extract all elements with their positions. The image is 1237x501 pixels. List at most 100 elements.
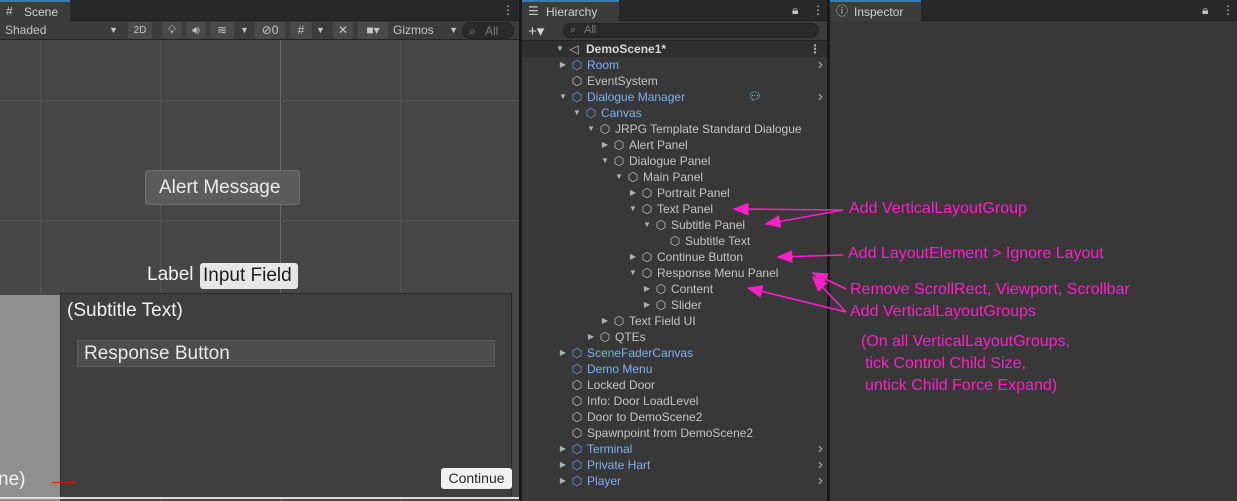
2d-toggle-button[interactable]: 2D (128, 22, 152, 39)
hierarchy-row[interactable]: ▶ ⬡ Private Hart › (522, 457, 827, 473)
hierarchy-row[interactable]: ▶ ⬡ Terminal › (522, 441, 827, 457)
gameobject-cube-icon: ⬡ (571, 74, 583, 88)
scene-options-icon[interactable]: ⋮ (809, 41, 821, 57)
gameobject-cube-icon: ⬡ (627, 170, 639, 184)
prefab-cube-icon: ⬡ (571, 474, 583, 488)
hierarchy-row[interactable]: ▶ ⬡ Alert Panel (522, 137, 827, 153)
search-icon: ⌕ (469, 24, 476, 38)
lock-icon[interactable]: 🔒︎ (792, 3, 798, 18)
hierarchy-row[interactable]: ▼ ⬡ Text Panel (522, 201, 827, 217)
collapse-arrow-icon[interactable]: ▼ (628, 201, 638, 217)
hierarchy-row[interactable]: ▶ ⬡ SceneFaderCanvas (522, 345, 827, 361)
expand-arrow-icon[interactable]: ▶ (628, 249, 638, 265)
expand-arrow-icon[interactable]: ▼ (555, 41, 565, 57)
open-prefab-chevron-icon[interactable]: › (818, 89, 823, 105)
tools-icon[interactable]: ✕ (333, 22, 353, 39)
hierarchy-row[interactable]: ⬡ Subtitle Text (522, 233, 827, 249)
hierarchy-row-label: Alert Panel (629, 138, 688, 152)
hierarchy-row[interactable]: ▼ ⬡ Subtitle Panel (522, 217, 827, 233)
hierarchy-row[interactable]: ▶ ⬡ QTEs (522, 329, 827, 345)
hierarchy-row[interactable]: ⬡ Demo Menu (522, 361, 827, 377)
expand-arrow-icon[interactable]: ▶ (642, 281, 652, 297)
collapse-arrow-icon[interactable]: ▼ (558, 89, 568, 105)
expand-arrow-icon[interactable]: ▶ (628, 185, 638, 201)
collapse-arrow-icon[interactable]: ▼ (586, 121, 596, 137)
input-field-box[interactable]: Input Field (200, 263, 298, 289)
collapse-arrow-icon[interactable]: ▼ (572, 105, 582, 121)
tab-inspector[interactable]: ⓘ Inspector (830, 0, 921, 21)
more-options-icon[interactable]: ⋮ (812, 3, 824, 17)
hierarchy-row[interactable]: ▶ ⬡ Room › (522, 57, 827, 73)
hierarchy-row[interactable]: ▶ ⬡ Continue Button (522, 249, 827, 265)
tab-scene-label: Scene (24, 5, 59, 19)
expand-arrow-icon[interactable]: ▶ (600, 137, 610, 153)
continue-button[interactable]: Continue (441, 468, 512, 489)
grid-snap-icon[interactable]: # (290, 22, 312, 39)
effects-toggle-icon[interactable]: ≋ (210, 22, 234, 39)
hierarchy-row[interactable]: ▶ ⬡ Player › (522, 473, 827, 489)
speech-bubble-icon: 💬︎ (748, 91, 762, 103)
expand-arrow-icon[interactable]: ▶ (586, 329, 596, 345)
hierarchy-row-label: Continue Button (657, 250, 744, 264)
lock-icon[interactable]: 🔒︎ (1202, 3, 1208, 18)
hierarchy-tree: ▼ ◁ DemoScene1* ⋮ ▶ ⬡ Room › ⬡ EventSystem ▼ ⬡ D… (522, 41, 827, 489)
more-options-icon[interactable]: ⋮ (502, 3, 514, 17)
effects-dropdown-icon[interactable]: ▼ (240, 22, 250, 39)
expand-arrow-icon[interactable]: ▶ (558, 473, 568, 489)
collapse-arrow-icon[interactable]: ▼ (642, 217, 652, 233)
hierarchy-row[interactable]: ▼ ⬡ Canvas (522, 105, 827, 121)
add-object-button[interactable]: +▾ (528, 22, 544, 40)
more-options-icon[interactable]: ⋮ (1222, 3, 1234, 17)
hierarchy-search-input[interactable]: ⌕ All (563, 23, 819, 38)
tab-hierarchy[interactable]: ☰ Hierarchy (522, 0, 619, 21)
scene-search-input[interactable]: ⌕ All (462, 22, 514, 39)
open-prefab-chevron-icon[interactable]: › (818, 457, 823, 473)
expand-arrow-icon[interactable]: ▶ (558, 441, 568, 457)
hierarchy-row[interactable]: ⬡ Door to DemoScene2 (522, 409, 827, 425)
dropdown-arrow-icon: ▼ (109, 25, 118, 35)
tab-scene[interactable]: # Scene (0, 0, 70, 21)
prefab-cube-icon: ⬡ (571, 362, 583, 376)
hierarchy-row[interactable]: ▼ ⬡ Dialogue Panel (522, 153, 827, 169)
hierarchy-row[interactable]: ⬡ EventSystem (522, 73, 827, 89)
open-prefab-chevron-icon[interactable]: › (818, 57, 823, 73)
collapse-arrow-icon[interactable]: ▼ (600, 153, 610, 169)
hierarchy-row-label: EventSystem (587, 74, 658, 88)
hidden-objects-toggle[interactable]: ⊘0 (255, 22, 285, 39)
gizmos-dropdown[interactable]: Gizmos ▼ (393, 22, 458, 39)
hierarchy-row[interactable]: ▼ ⬡ Dialogue Manager 💬︎ › (522, 89, 827, 105)
hierarchy-row[interactable]: ⬡ Locked Door (522, 377, 827, 393)
expand-arrow-icon[interactable]: ▶ (558, 345, 568, 361)
open-prefab-chevron-icon[interactable]: › (818, 441, 823, 457)
audio-toggle-icon[interactable]: 🔊︎ (186, 22, 206, 39)
hierarchy-row[interactable]: ⬡ Spawnpoint from DemoScene2 (522, 425, 827, 441)
hierarchy-row[interactable]: ▼ ⬡ Response Menu Panel (522, 265, 827, 281)
expand-arrow-icon[interactable]: ▶ (600, 313, 610, 329)
lighting-toggle-icon[interactable]: 💡︎ (162, 22, 182, 39)
expand-arrow-icon[interactable]: ▶ (642, 297, 652, 313)
hierarchy-row[interactable]: ▶ ⬡ Portrait Panel (522, 185, 827, 201)
scene-viewport[interactable]: Alert Message Label Input Field (Subtitl… (0, 40, 519, 501)
scene-root-row[interactable]: ▼ ◁ DemoScene1* ⋮ (522, 41, 827, 57)
expand-arrow-icon[interactable]: ▶ (558, 57, 568, 73)
hierarchy-row[interactable]: ▼ ⬡ JRPG Template Standard Dialogue (522, 121, 827, 137)
shading-mode-dropdown[interactable]: Shaded ▼ (5, 22, 118, 39)
camera-icon[interactable]: ■▾ (358, 22, 388, 39)
hierarchy-panel: ☰ Hierarchy 🔒︎ ⋮ +▾ ⌕ All ▼ ◁ DemoScene1… (522, 0, 827, 501)
open-prefab-chevron-icon[interactable]: › (818, 473, 823, 489)
portrait-name-text: ne) (0, 469, 26, 490)
alert-message-box[interactable]: Alert Message (145, 170, 300, 205)
collapse-arrow-icon[interactable]: ▼ (614, 169, 624, 185)
hierarchy-row[interactable]: ▶ ⬡ Content (522, 281, 827, 297)
grid-dropdown-icon[interactable]: ▼ (316, 22, 326, 39)
hierarchy-row-label: Response Menu Panel (657, 266, 779, 280)
collapse-arrow-icon[interactable]: ▼ (628, 265, 638, 281)
response-button[interactable]: Response Button (77, 340, 495, 367)
gameobject-cube-icon: ⬡ (655, 218, 667, 232)
hierarchy-row[interactable]: ⬡ Info: Door LoadLevel (522, 393, 827, 409)
expand-arrow-icon[interactable]: ▶ (558, 457, 568, 473)
hierarchy-row[interactable]: ▶ ⬡ Slider (522, 297, 827, 313)
hierarchy-row[interactable]: ▶ ⬡ Text Field UI (522, 313, 827, 329)
gameobject-cube-icon: ⬡ (641, 186, 653, 200)
hierarchy-row[interactable]: ▼ ⬡ Main Panel (522, 169, 827, 185)
